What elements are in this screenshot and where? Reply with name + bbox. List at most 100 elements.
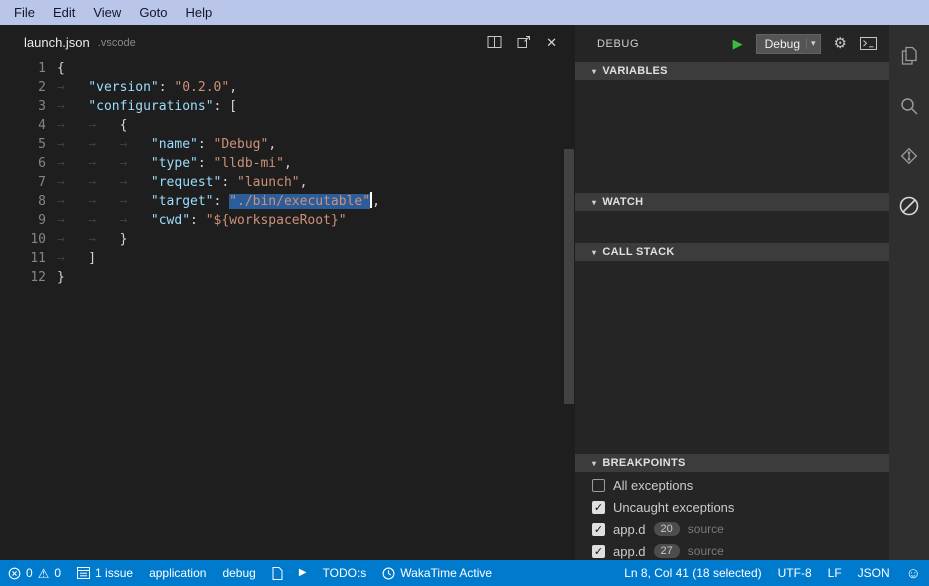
menu-goto[interactable]: Goto (130, 2, 176, 23)
explorer-icon[interactable] (889, 31, 929, 81)
warning-count: 0 (54, 566, 61, 580)
file-icon (272, 567, 283, 580)
breakpoint-checkbox[interactable]: ✓ (592, 545, 605, 558)
menu-help[interactable]: Help (177, 2, 222, 23)
code-line[interactable]: 11→] (0, 249, 563, 268)
code-line[interactable]: 9→→→"cwd": "${workspaceRoot}" (0, 211, 563, 230)
debug-config-value: Debug (765, 37, 800, 51)
start-debug-button[interactable]: ▶ (733, 37, 743, 50)
application-item[interactable]: application (141, 560, 214, 586)
code-token: { (57, 61, 65, 76)
breakpoint-item[interactable]: ✓ Uncaught exceptions (575, 496, 889, 518)
split-editor-icon[interactable] (487, 35, 502, 49)
issues-list-icon (77, 567, 90, 579)
whitespace-arrow: → (57, 78, 88, 97)
code-line[interactable]: 5→→→"name": "Debug", (0, 135, 563, 154)
debug-panel-title: DEBUG (597, 38, 639, 50)
watch-section-header[interactable]: ▾ WATCH (575, 193, 889, 211)
code-line[interactable]: 7→→→"request": "launch", (0, 173, 563, 192)
whitespace-arrow: → (120, 192, 151, 211)
breakpoint-item[interactable]: All exceptions (575, 474, 889, 496)
open-preview-icon[interactable] (517, 35, 531, 49)
language-label: JSON (858, 566, 890, 580)
collapse-triangle-icon: ▾ (592, 198, 596, 207)
git-icon[interactable] (889, 131, 929, 181)
debug-mode-label: debug (222, 566, 255, 580)
code-line[interactable]: 3→"configurations": [ (0, 97, 563, 116)
debug-sidebar: DEBUG ▶ Debug ▾ ⚙ ▾ VARIABLES ▾ WATCH ▾ … (575, 25, 889, 560)
call-stack-section-header[interactable]: ▾ CALL STACK (575, 243, 889, 261)
debug-disabled-icon[interactable] (889, 181, 929, 231)
eol-label: LF (828, 566, 842, 580)
code-token: "Debug" (214, 137, 269, 152)
cursor-position-item[interactable]: Ln 8, Col 41 (18 selected) (616, 560, 769, 586)
menu-view[interactable]: View (84, 2, 130, 23)
encoding-label: UTF-8 (778, 566, 812, 580)
code-line[interactable]: 6→→→"type": "lldb-mi", (0, 154, 563, 173)
code-token: "${workspaceRoot}" (206, 213, 347, 228)
code-token: : (198, 156, 214, 171)
debug-mode-item[interactable]: debug (214, 560, 263, 586)
code-token: "version" (88, 80, 158, 95)
variables-section-label: VARIABLES (602, 65, 667, 77)
breakpoint-label: app.d (613, 522, 646, 537)
breakpoint-checkbox[interactable]: ✓ (592, 501, 605, 514)
breakpoint-item[interactable]: ✓app.d27source (575, 540, 889, 562)
code-line[interactable]: 12} (0, 268, 563, 287)
editor-area: launch.json .vscode ✕ 1{2→"version": "0.… (0, 25, 575, 560)
breakpoint-label: Uncaught exceptions (613, 500, 734, 515)
tab-filename[interactable]: launch.json (24, 35, 90, 50)
scrollbar-thumb[interactable] (564, 149, 574, 404)
code-token: "type" (151, 156, 198, 171)
todos-item[interactable]: TODO:s (315, 560, 375, 586)
issues-item[interactable]: 1 issue (69, 560, 141, 586)
whitespace-arrow: → (88, 154, 119, 173)
breakpoint-checkbox[interactable] (592, 479, 605, 492)
variables-section-header[interactable]: ▾ VARIABLES (575, 62, 889, 80)
breakpoint-item[interactable]: ✓app.d20source (575, 518, 889, 540)
whitespace-arrow: → (88, 211, 119, 230)
cursor-position-label: Ln 8, Col 41 (18 selected) (624, 566, 761, 580)
close-tab-icon[interactable]: ✕ (546, 36, 557, 49)
editor-scrollbar[interactable] (563, 59, 575, 560)
menu-file[interactable]: File (5, 2, 44, 23)
eol-item[interactable]: LF (820, 560, 850, 586)
breakpoint-label: All exceptions (613, 478, 693, 493)
small-play-icon: ▶ (299, 568, 307, 578)
application-label: application (149, 566, 206, 580)
code-line[interactable]: 4→→{ (0, 116, 563, 135)
feedback-item[interactable]: ☺ (898, 560, 929, 586)
gear-icon[interactable]: ⚙ (834, 36, 847, 51)
wakatime-item[interactable]: WakaTime Active (374, 560, 500, 586)
code-token: , (268, 137, 276, 152)
language-mode-item[interactable]: JSON (850, 560, 898, 586)
code-editor[interactable]: 1{2→"version": "0.2.0",3→"configurations… (0, 59, 563, 560)
code-token: "lldb-mi" (214, 156, 284, 171)
whitespace-arrow: → (88, 230, 119, 249)
breakpoints-section-header[interactable]: ▾ BREAKPOINTS (575, 454, 889, 472)
whitespace-arrow: → (57, 249, 88, 268)
code-token: { (120, 118, 128, 133)
watch-content (575, 211, 889, 243)
line-number: 1 (0, 59, 57, 78)
code-line[interactable]: 8→→→"target": "./bin/executable", (0, 192, 563, 211)
debug-config-dropdown[interactable]: Debug ▾ (756, 34, 821, 54)
code-line[interactable]: 1{ (0, 59, 563, 78)
whitespace-arrow: → (88, 116, 119, 135)
run-task-item[interactable]: ▶ (291, 560, 315, 586)
editor-tab-bar: launch.json .vscode ✕ (0, 25, 575, 59)
line-number: 6 (0, 154, 57, 173)
menu-edit[interactable]: Edit (44, 2, 84, 23)
file-icon-item[interactable] (264, 560, 291, 586)
debug-console-icon[interactable] (860, 37, 877, 50)
breakpoint-checkbox[interactable]: ✓ (592, 523, 605, 536)
code-line[interactable]: 2→"version": "0.2.0", (0, 78, 563, 97)
line-number: 8 (0, 192, 57, 211)
code-token: : (214, 194, 230, 209)
problems-indicator[interactable]: 0 ⚠ 0 (0, 560, 69, 586)
code-line[interactable]: 10→→} (0, 230, 563, 249)
encoding-item[interactable]: UTF-8 (770, 560, 820, 586)
error-count: 0 (26, 566, 33, 580)
call-stack-content (575, 261, 889, 454)
search-icon[interactable] (889, 81, 929, 131)
